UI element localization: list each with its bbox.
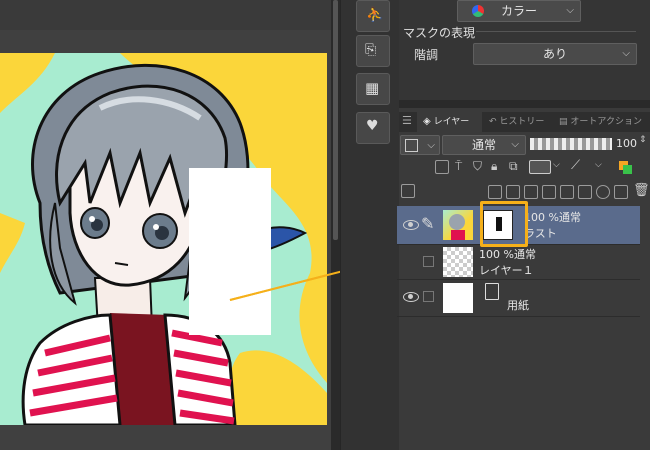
layers-icon: ◈ (423, 116, 431, 127)
mask-outside-icon[interactable] (578, 185, 592, 199)
new-folder-icon[interactable] (524, 185, 538, 199)
grid-tool-button[interactable]: ▦ (356, 73, 390, 105)
layer-row[interactable]: 100 %通常 レイヤー１ (397, 245, 640, 280)
merge-down-icon[interactable] (560, 185, 574, 199)
material-icon: ⎘ (365, 42, 377, 58)
layer-property-icon[interactable] (401, 184, 415, 198)
tool-palette-column: ⛹ ⎘ ▦ ♥ (340, 0, 400, 450)
opacity-value: 100 (616, 137, 637, 150)
layer-name: 用紙 (507, 299, 529, 312)
opacity-stepper-icon[interactable]: ⇕ (639, 135, 647, 145)
layer-thumbnail (443, 283, 473, 313)
layer-thumbnail (443, 210, 473, 240)
pencil-icon: ✎ (421, 214, 435, 233)
chevron-down-icon: ⌵ (566, 5, 574, 16)
gradation-dropdown-value: あり (542, 47, 567, 61)
opacity-slider[interactable] (530, 138, 612, 150)
color-dropdown[interactable]: カラー ⌵ (457, 0, 581, 22)
color-dropdown-label: カラー (500, 4, 537, 18)
layer-panel-tabbar: ☰ ◈ レイヤー ↶ ヒストリー ▤ オートアクション (399, 112, 650, 132)
tab-history-label: ヒストリー (499, 117, 545, 127)
gradation-dropdown[interactable]: あり ⌵ (473, 43, 637, 65)
layer-row[interactable]: 用紙 (397, 280, 640, 317)
lock-transparent-icon[interactable]: ⧉ (509, 159, 518, 174)
apply-mask-icon[interactable] (614, 185, 628, 199)
clip-icon[interactable] (435, 160, 449, 174)
create-mask-icon[interactable] (596, 185, 610, 199)
chevron-down-icon: ⌵ (622, 48, 630, 59)
tab-layer-label: レイヤー (433, 117, 470, 127)
tab-layer[interactable]: ◈ レイヤー (417, 112, 482, 132)
material-tool-button[interactable]: ⎘ (356, 35, 390, 67)
tab-auto-action-label: オートアクション (570, 117, 642, 127)
chevron-down-icon[interactable]: ⌵ (595, 160, 602, 170)
blend-mode-dropdown[interactable]: 通常 ⌵ (442, 135, 526, 155)
panel-menu-icon[interactable]: ☰ (402, 114, 412, 127)
grid-icon: ▦ (365, 79, 380, 97)
blend-mode-value: 通常 (471, 138, 496, 152)
favorite-tool-button[interactable]: ♥ (356, 112, 390, 144)
reference-icon[interactable]: ⍑ (455, 159, 462, 174)
layer-name: ラスト (524, 227, 557, 240)
layer-action-toolbar: 🗑︎ (400, 183, 650, 200)
auto-action-icon: ▤ (559, 117, 568, 127)
layer-opacity-mode: 100 %通常 (479, 248, 536, 261)
visibility-eye-icon[interactable] (403, 220, 419, 230)
transfer-down-icon[interactable] (542, 185, 556, 199)
square-icon (405, 139, 418, 152)
layer-opacity-mode: 100 %通常 (524, 211, 581, 224)
tab-history[interactable]: ↶ ヒストリー (485, 112, 553, 132)
chevron-down-icon: ⌵ (511, 139, 519, 150)
mask-highlight-frame (480, 201, 528, 247)
character-thumbnail-icon (449, 214, 465, 240)
history-icon: ↶ (489, 117, 497, 127)
heart-icon: ♥ (366, 118, 379, 134)
chevron-down-icon[interactable]: ⌵ (553, 160, 560, 170)
mask-section-title: マスクの表現 (403, 26, 476, 40)
layer-color-swatch-secondary-icon (623, 165, 632, 174)
new-vector-layer-icon[interactable] (506, 185, 520, 199)
section-divider (476, 31, 636, 32)
gradation-label: 階調 (414, 48, 439, 62)
new-raster-layer-icon[interactable] (488, 185, 502, 199)
figure-tool-button[interactable]: ⛹ (356, 0, 390, 32)
mask-enable-icon[interactable] (529, 160, 551, 174)
chevron-down-icon: ⌵ (427, 140, 435, 151)
figure-icon: ⛹ (366, 7, 384, 23)
layer-check-box[interactable] (423, 291, 434, 302)
visibility-eye-icon[interactable] (403, 292, 419, 302)
layer-check-box[interactable] (423, 256, 434, 267)
tab-auto-action[interactable]: ▤ オートアクション (557, 112, 650, 132)
layer-thumbnail (443, 247, 473, 277)
layer-option-toolbar: ⍑ ⛉ 🔒︎ ⧉ ⌵ ⟋ ⌵ (435, 158, 640, 176)
ruler-icon[interactable]: ⟋ (571, 158, 580, 173)
lock-icon[interactable]: 🔒︎ (491, 159, 497, 174)
trash-icon[interactable]: 🗑︎ (633, 183, 650, 198)
layer-color-dropdown[interactable]: ⌵ (400, 135, 440, 155)
color-palette-icon (472, 5, 484, 17)
paper-icon (485, 283, 499, 300)
layer-name: レイヤー１ (479, 264, 534, 277)
panel-separator (399, 100, 650, 108)
draft-icon[interactable]: ⛉ (473, 159, 482, 174)
